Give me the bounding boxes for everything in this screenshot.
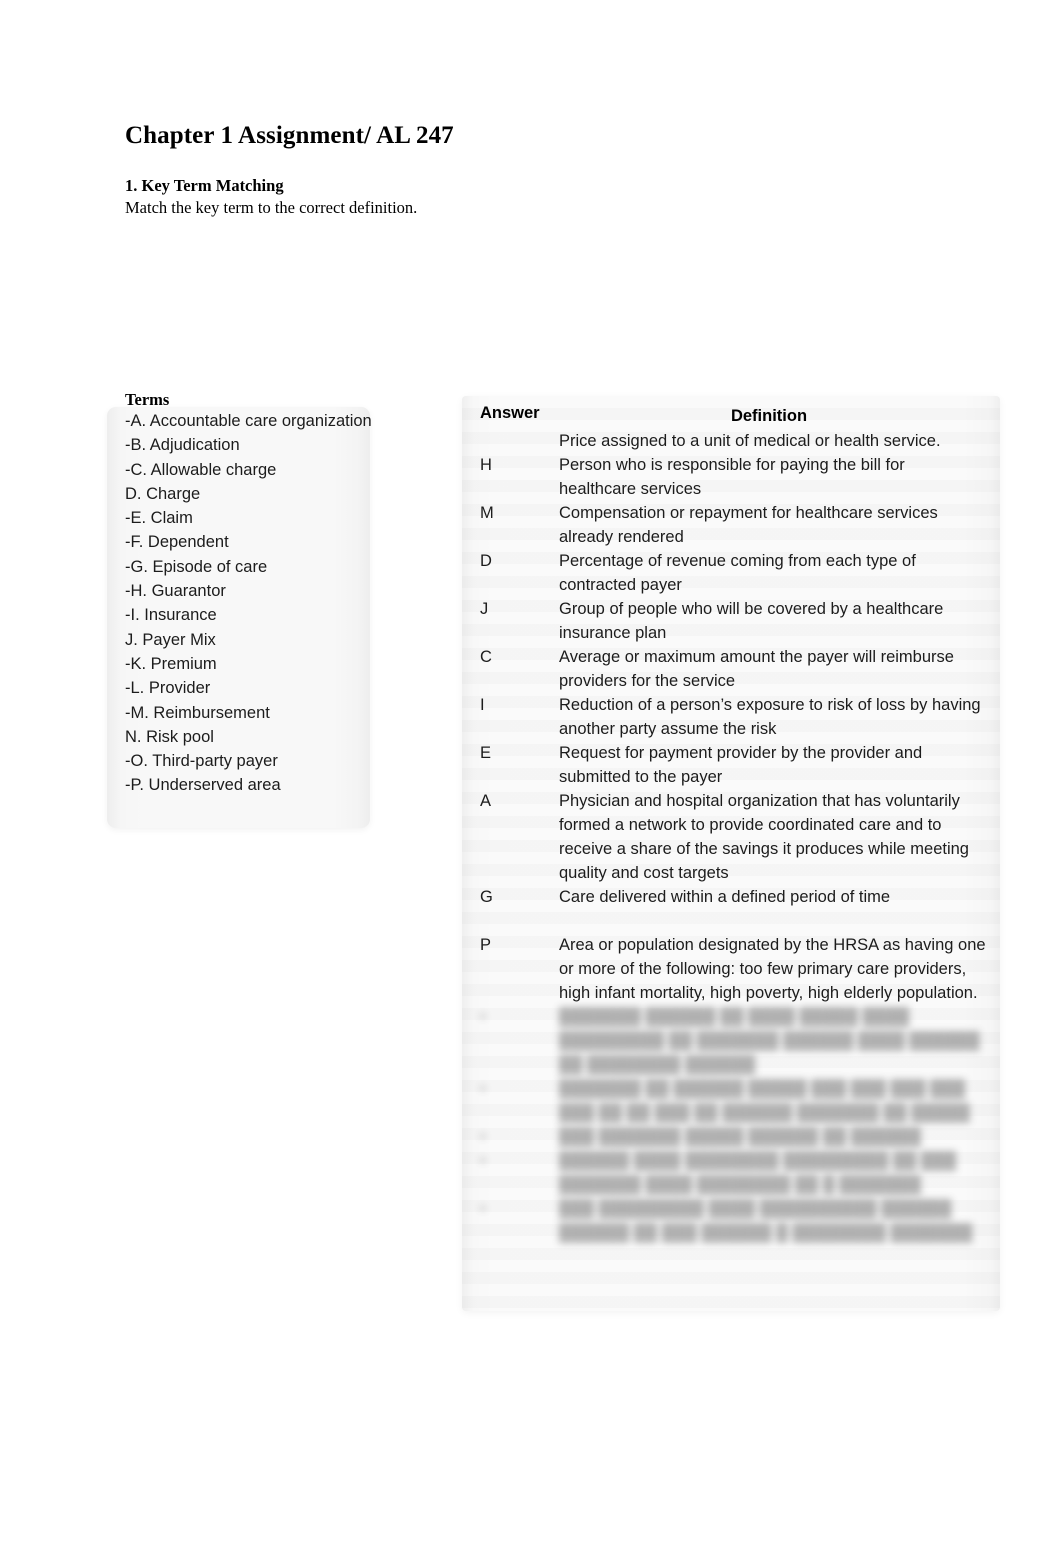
table-row: M Compensation or repayment for healthcar… [462, 501, 1000, 549]
matching-table: Answer Definition Price assigned to a un… [462, 396, 1000, 1311]
table-row: H Person who is responsible for paying th… [462, 453, 1000, 501]
column-header-definition: Definition [730, 407, 808, 425]
term-list-item: -E. Claim [125, 509, 193, 528]
definition-cell: Area or population designated by the HRS… [559, 936, 986, 1002]
term-list-item: J. Payer Mix [125, 630, 216, 649]
answer-cell: • [480, 1080, 486, 1098]
term-list-item: -C. Allowable charge [125, 460, 277, 479]
table-row: E Request for payment provider by the pro… [462, 741, 1000, 789]
definition-cell: Request for payment provider by the prov… [559, 744, 923, 786]
table-row: • ██████ ████ ████████ █████████ ██ ███ █… [462, 1149, 1000, 1197]
definition-cell: ██████ ████ ████████ █████████ ██ ███ ██… [559, 1152, 957, 1194]
definition-cell: Compensation or repayment for healthcare… [559, 504, 938, 546]
answer-cell: H [480, 456, 492, 474]
terms-list: -A. Accountable care organization -B. Adj… [125, 409, 375, 798]
answer-cell: E [480, 744, 492, 762]
term-list-item: -L. Provider [125, 679, 211, 698]
table-row: I Reduction of a person’s exposure to ris… [462, 693, 1000, 741]
document-page: Chapter 1 Assignment/ AL 247 1. Key Term… [0, 0, 1062, 1556]
table-row: D Percentage of revenue coming from each … [462, 549, 1000, 597]
definition-cell: ███ ███████ █████ ██████ ██ ██████ [559, 1128, 921, 1146]
term-list-item: D. Charge [125, 484, 201, 503]
table-row: • ███████ ██ ██████ █████ ███ ███ ███ ███… [462, 1077, 1000, 1125]
answer-cell: D [480, 552, 492, 570]
definition-cell: Reduction of a person’s exposure to risk… [559, 696, 981, 738]
term-list-item: -B. Adjudication [125, 436, 240, 455]
answer-cell: J [480, 600, 489, 618]
term-list-item: -G. Episode of care [125, 557, 268, 576]
definition-cell: Average or maximum amount the payer will… [559, 648, 954, 690]
term-list-item: -I. Insurance [125, 606, 217, 625]
term-list-item: -A. Accountable care organization [125, 412, 372, 430]
answer-cell: I [480, 696, 485, 714]
answer-cell: • [480, 1200, 486, 1218]
table-row: J Group of people who will be covered by … [462, 597, 1000, 645]
answer-cell: A [480, 792, 492, 810]
answer-cell: G [480, 888, 493, 906]
definition-cell: ███████ ██ ██████ █████ ███ ███ ███ ███ … [559, 1080, 970, 1122]
answer-cell: • [480, 1008, 486, 1026]
table-row: G Care delivered within a defined period … [462, 885, 1000, 909]
term-list-item: -F. Dependent [125, 533, 229, 552]
table-row: A Physician and hospital organization tha… [462, 789, 1000, 885]
section-instruction: Match the key term to the correct defini… [125, 198, 418, 217]
term-list-item: N. Risk pool [125, 727, 214, 746]
answer-cell: • [480, 1128, 486, 1146]
definition-cell: Percentage of revenue coming from each t… [559, 552, 916, 594]
table-row: P Area or population designated by the HR… [462, 933, 1000, 1005]
definition-cell: Person who is responsible for paying the… [559, 456, 905, 498]
term-list-item: -P. Underserved area [125, 776, 281, 795]
table-row: C Average or maximum amount the payer wil… [462, 645, 1000, 693]
definition-cell: Group of people who will be covered by a… [559, 600, 944, 642]
table-row [462, 909, 1000, 933]
term-list-item: -M. Reimbursement [125, 703, 270, 722]
section-heading: 1. Key Term Matching [125, 176, 284, 195]
table-body: Price assigned to a unit of medical or h… [462, 429, 1000, 1245]
definition-cell: Price assigned to a unit of medical or h… [559, 432, 941, 450]
definition-cell: Care delivered within a defined period o… [559, 888, 891, 906]
answer-cell: M [480, 504, 494, 522]
table-row: • ███ █████████ ████ ██████████ ██████ ██… [462, 1197, 1000, 1245]
answer-cell: C [480, 648, 492, 666]
column-header-answer: Answer [480, 404, 540, 422]
page-title: Chapter 1 Assignment/ AL 247 [125, 122, 454, 149]
terms-heading: Terms [125, 390, 170, 409]
definition-cell: ███ █████████ ████ ██████████ ██████ ███… [559, 1200, 973, 1242]
definition-cell: Physician and hospital organization that… [559, 792, 969, 882]
definition-cell: ███████ ██████ ██ ████ █████ ████ ██████… [559, 1008, 980, 1074]
table-row: • ███████ ██████ ██ ████ █████ ████ █████… [462, 1005, 1000, 1077]
term-list-item: -K. Premium [125, 654, 217, 673]
answer-cell: • [480, 1152, 486, 1170]
table-row: • ███ ███████ █████ ██████ ██ ██████ [462, 1125, 1000, 1149]
term-list-item: -O. Third-party payer [125, 752, 278, 771]
table-row: Price assigned to a unit of medical or h… [462, 429, 1000, 453]
answer-cell: P [480, 936, 492, 954]
term-list-item: -H. Guarantor [125, 582, 226, 601]
